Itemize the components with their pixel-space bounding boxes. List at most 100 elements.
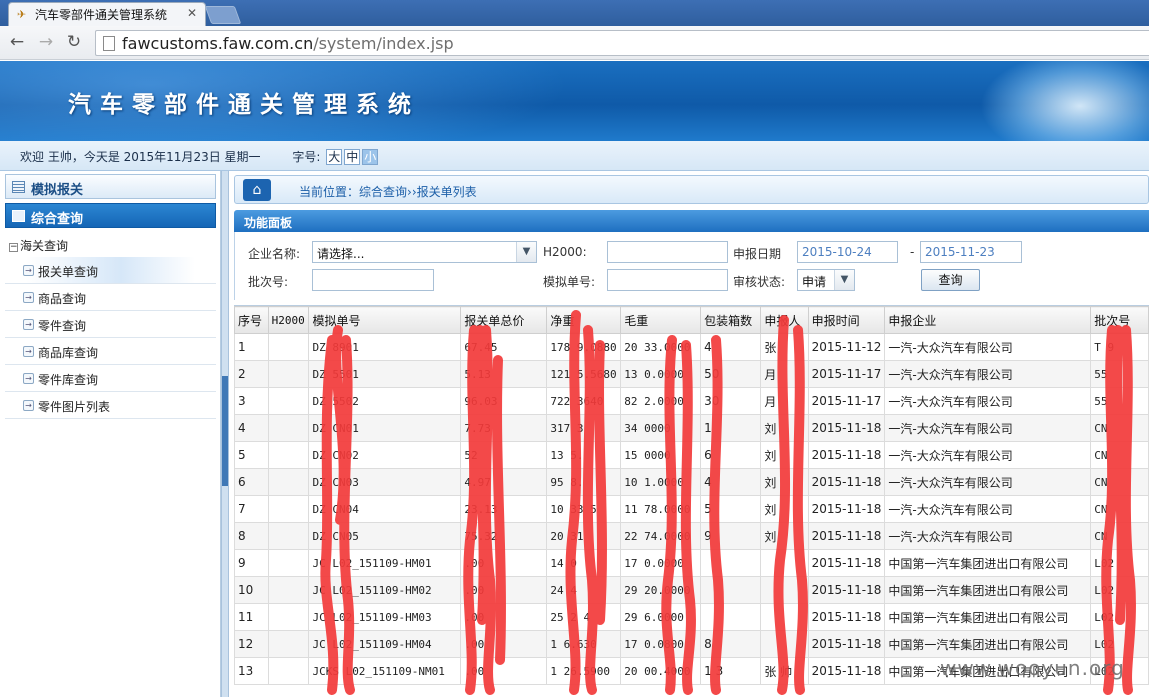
sidebar-item-parts-library-query[interactable]: → 零件库查询 [5,365,216,392]
date-from-input[interactable]: 2015-10-24 [797,241,898,263]
font-size-medium-button[interactable]: 中 [344,149,361,165]
table-header-row: 序号 H2000 模拟单号 报关单总价 净重 毛重 包装箱数 申报人 申报时间 … [234,306,1149,334]
table-cell: DZ CN04 [308,495,462,523]
col-header-company[interactable]: 申报企业 [884,306,1092,334]
table-row[interactable]: 8 DZ CN05 75.32 20 31 22 74.0000 9 刘 2015-11-18… [234,522,1149,550]
table-cell: 2015-11-18 [807,603,886,631]
sidebar-section-query[interactable]: 综合查询 [5,203,216,228]
batch-input[interactable] [312,269,434,291]
splitter-handle[interactable] [222,376,228,486]
table-cell: JC L02_151109-HM02 [308,576,462,604]
col-header-index[interactable]: 序号 [234,306,269,334]
status-select[interactable]: 申请 ▼ [797,269,855,291]
new-tab-button[interactable] [204,6,242,24]
table-cell: 2015-11-12 [807,333,886,361]
sidebar-item-label: 零件查询 [38,319,87,333]
company-select[interactable]: 请选择... ▼ [312,241,537,263]
table-cell: 4 [700,333,762,361]
breadcrumb-prefix: 当前位置： [299,185,360,199]
table-cell: 4 [234,414,269,442]
table-cell: 刘 [760,522,809,550]
table-cell: 2015-11-17 [807,387,886,415]
h2000-input[interactable] [607,241,728,263]
company-label: 企业名称: [248,247,301,261]
h2000-label: H2000: [543,245,587,259]
col-header-package-count[interactable]: 包装箱数 [700,306,762,334]
sim-no-input[interactable] [607,269,728,291]
sidebar-splitter[interactable] [221,171,229,697]
table-cell: JC L02_151109-HM01 [308,549,462,577]
col-header-h2000[interactable]: H2000 [267,306,310,334]
browser-tab[interactable]: ✈ 汽车零部件通关管理系统 ✕ [8,2,206,26]
url-host: fawcustoms.faw.com.cn [122,34,314,53]
col-header-net-weight[interactable]: 净重 [546,306,622,334]
col-header-gross-weight[interactable]: 毛重 [620,306,702,334]
welcome-text: 欢迎 王帅，今天是 2015年11月23日 星期一 [20,150,261,164]
sidebar-item-goods-query[interactable]: → 商品查询 [5,284,216,311]
table-cell: 2015-11-18 [807,576,886,604]
home-icon[interactable]: ⌂ [243,179,271,201]
welcome-bar: 欢迎 王帅，今天是 2015年11月23日 星期一 字号: 大中小 [0,141,1149,171]
table-cell: 5 [234,441,269,469]
browser-tab-title: 汽车零部件通关管理系统 [35,8,168,22]
address-bar[interactable]: fawcustoms.faw.com.cn/system/index.jsp [95,30,1149,56]
font-size-large-button[interactable]: 大 [326,149,343,165]
table-cell: .00 [460,630,548,658]
table-row[interactable]: 11 JC L02_151109-HM03.00 25 2 4 29 6.0000 20… [234,603,1149,631]
table-cell: 8 [234,522,269,550]
table-cell: 20 33.0000 [620,333,702,361]
col-header-declare-time[interactable]: 申报时间 [807,306,886,334]
back-arrow-icon[interactable]: ← [6,31,28,53]
table-row[interactable]: 5 DZ CN02 52 13 5. 15 0000 6 刘 2015-11-18 一汽-大众汽… [234,441,1149,469]
col-header-declarant[interactable]: 申报人 [760,306,809,334]
table-cell: 20 00.4000 [620,657,702,685]
table-row[interactable]: 1 DZ 8901 67.45 178 9.0880 20 33.0000 4 张 2015… [234,333,1149,361]
chevron-down-icon[interactable]: ▼ [834,270,854,290]
tree-node-customs-query[interactable]: − 海关查询 [9,237,68,254]
collapse-icon[interactable]: − [9,243,18,252]
date-to-input[interactable]: 2015-11-23 [920,241,1022,263]
breadcrumb-level2[interactable]: 报关单列表 [417,185,477,199]
col-header-total-price[interactable]: 报关单总价 [460,306,548,334]
table-row[interactable]: 7 DZ CN04 23.13 10 33 5 11 78.0000 5 刘 2015-11-… [234,495,1149,523]
query-button[interactable]: 查询 [921,269,980,291]
table-cell: 8 [700,630,762,658]
table-row[interactable]: 9 JC L02_151109-HM01.00 14 0 17 0.0000 2015-… [234,549,1149,577]
table-cell: 9 [700,522,762,550]
table-cell: 2015-11-18 [807,522,886,550]
table-cell [267,441,310,469]
col-header-sim-no[interactable]: 模拟单号 [308,306,462,334]
table-cell: CN [1090,468,1149,496]
sidebar-item-goods-library-query[interactable]: → 商品库查询 [5,338,216,365]
table-row[interactable]: 6 DZ CN03 4.97 95 8. 10 1.0000 4 刘 2015-11-18 一汽… [234,468,1149,496]
table-cell [267,333,310,361]
sidebar-section-sim-declare[interactable]: 模拟报关 [5,174,216,199]
table-cell: 1 [234,333,269,361]
table-cell: 6 [700,441,762,469]
status-select-value: 申请 [802,275,827,289]
table-cell [700,603,762,631]
font-size-small-button[interactable]: 小 [362,149,379,165]
watermark: www.wooyun.org [940,656,1125,680]
table-row[interactable]: 12 JC L02_151109-HM04.00 1 6.630 17 0.0800 8… [234,630,1149,658]
table-row[interactable]: 2 DZ 5501 5.13 121 5.5680 13 0.0000 50 月 2015-1… [234,360,1149,388]
table-cell: 10 1.0000 [620,468,702,496]
table-row[interactable]: 4 DZ CN01 7.73 317 3 34 0000 1 刘 2015-11-18 一汽-大… [234,414,1149,442]
panel-header: 功能面板 [234,210,1149,232]
table-cell: 1 26.5900 [546,657,622,685]
forward-arrow-icon[interactable]: → [35,31,57,53]
table-cell: 3 [234,387,269,415]
status-label: 审核状态: [733,275,786,289]
sidebar-item-parts-query[interactable]: → 零件查询 [5,311,216,338]
sidebar-item-parts-image-list[interactable]: → 零件图片列表 [5,392,216,419]
col-header-batch-no[interactable]: 批次号 [1090,306,1149,334]
table-cell: L02 [1090,576,1149,604]
chevron-down-icon[interactable]: ▼ [516,242,536,262]
sidebar-item-declaration-query[interactable]: → 报关单查询 [5,257,216,284]
table-row[interactable]: 3 DZ 5502 96.03 722 3640 82 2.0000 30 月 2015-11… [234,387,1149,415]
breadcrumb-level1[interactable]: 综合查询 [359,185,407,199]
reload-icon[interactable]: ↻ [63,31,85,53]
close-tab-icon[interactable]: ✕ [187,6,197,20]
table-cell: 张 帅 [760,657,809,685]
table-row[interactable]: 10 JC L02_151109-HM02.00 24 4 29 20.0000 201… [234,576,1149,604]
